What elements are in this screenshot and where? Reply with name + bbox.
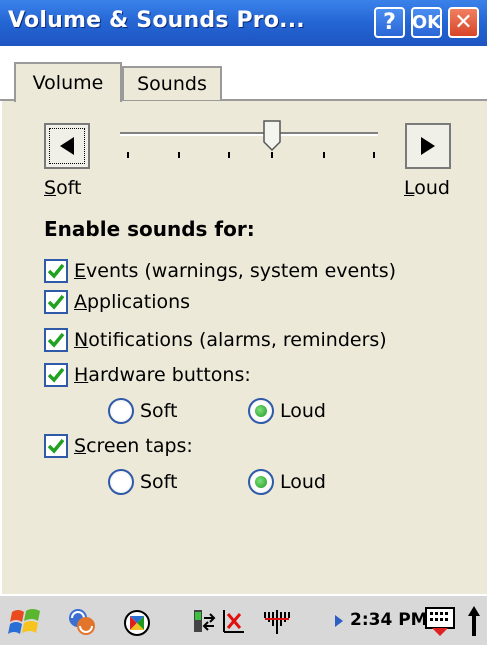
checkbox-box[interactable] — [44, 290, 68, 314]
keyboard-icon[interactable] — [424, 606, 458, 638]
taskbar: 2:34 PM — [0, 594, 487, 645]
radio-label: Soft — [140, 400, 178, 422]
checkbox-label: Notifications (alarms, reminders) — [74, 329, 387, 351]
sync-icon[interactable] — [66, 606, 98, 638]
radio-label: Loud — [280, 400, 326, 422]
checkbox-box[interactable] — [44, 434, 68, 458]
up-arrow-icon[interactable] — [466, 604, 482, 640]
checkbox-screen-taps[interactable]: Screen taps: — [44, 431, 193, 461]
volume-down-button[interactable] — [44, 123, 90, 169]
title-bar: Volume & Sounds Pro... ? OK ✕ — [0, 0, 487, 46]
connection-icon[interactable] — [192, 608, 216, 636]
checkmark-icon — [47, 263, 65, 279]
tab-volume[interactable]: Volume — [14, 62, 122, 102]
slider-thumb[interactable] — [263, 120, 281, 152]
radio-circle[interactable] — [108, 398, 134, 424]
radio-label: Loud — [280, 471, 326, 493]
expand-arrow-icon[interactable] — [334, 614, 344, 628]
checkmark-icon — [47, 438, 65, 454]
slider-label-soft: Soft — [44, 177, 82, 199]
clock[interactable]: 2:34 PM — [350, 610, 428, 630]
checkbox-notifications[interactable]: Notifications (alarms, reminders) — [44, 325, 387, 355]
radio-circle[interactable] — [108, 469, 134, 495]
checkbox-applications[interactable]: Applications — [44, 287, 190, 317]
checkbox-box[interactable] — [44, 328, 68, 352]
checkbox-box[interactable] — [44, 363, 68, 387]
windows-start-icon[interactable] — [8, 604, 44, 640]
radio-label: Soft — [140, 471, 178, 493]
checkbox-label: Events (warnings, system events) — [74, 260, 397, 282]
checkmark-icon — [47, 294, 65, 310]
close-button[interactable]: ✕ — [448, 7, 479, 38]
radio-screen-loud[interactable]: Loud — [248, 467, 326, 497]
radio-selected-dot — [255, 405, 267, 417]
checkbox-label: Applications — [74, 291, 191, 313]
slider-label-loud: Loud — [404, 177, 450, 199]
checkbox-box[interactable] — [44, 259, 68, 283]
ok-button[interactable]: OK — [411, 7, 442, 38]
checkmark-icon — [47, 332, 65, 348]
volume-slider[interactable] — [112, 118, 382, 168]
volume-up-button[interactable] — [405, 123, 451, 169]
radio-hardware-loud[interactable]: Loud — [248, 396, 326, 426]
radio-circle[interactable] — [248, 398, 274, 424]
checkmark-icon — [47, 367, 65, 383]
radio-circle[interactable] — [248, 469, 274, 495]
no-network-icon[interactable] — [220, 608, 246, 636]
tab-sounds[interactable]: Sounds — [122, 66, 222, 100]
checkbox-hardware-buttons[interactable]: Hardware buttons: — [44, 360, 251, 390]
signal-strength-icon[interactable] — [262, 608, 292, 636]
checkbox-label: Hardware buttons: — [74, 364, 251, 386]
help-button[interactable]: ? — [374, 7, 405, 38]
window-title: Volume & Sounds Pro... — [8, 8, 305, 33]
app-icon[interactable] — [122, 608, 152, 638]
checkbox-label: Screen taps: — [74, 435, 193, 457]
radio-selected-dot — [255, 476, 267, 488]
radio-screen-soft[interactable]: Soft — [108, 467, 178, 497]
right-arrow-icon — [421, 137, 435, 155]
section-heading: Enable sounds for: — [44, 217, 255, 241]
left-arrow-icon — [60, 137, 74, 155]
radio-hardware-soft[interactable]: Soft — [108, 396, 178, 426]
checkbox-events[interactable]: Events (warnings, system events) — [44, 256, 396, 286]
